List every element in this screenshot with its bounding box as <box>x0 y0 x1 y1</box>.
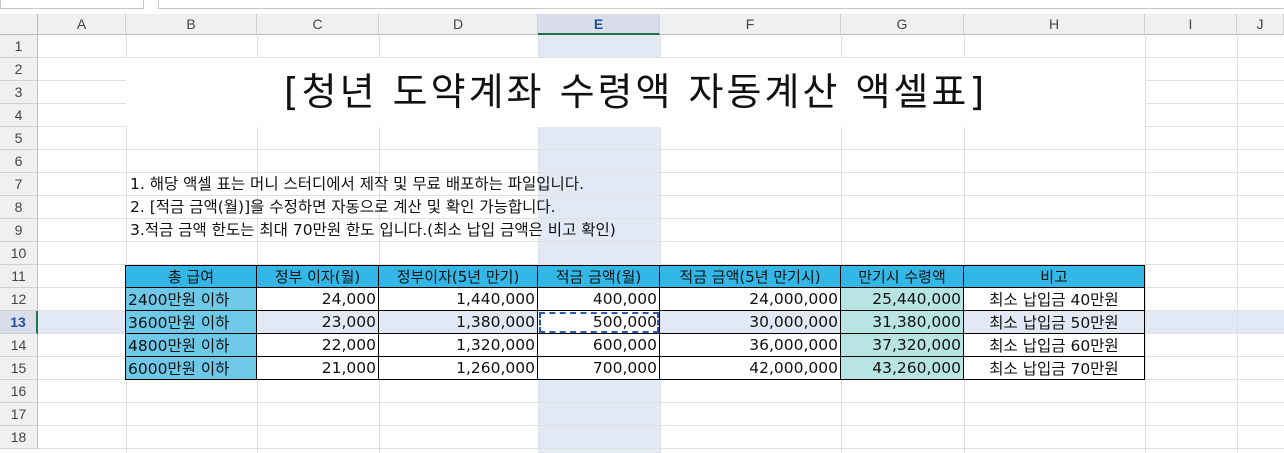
table-row: 2400만원 이하 24,000 1,440,000 400,000 24,00… <box>125 287 1145 311</box>
column-header-h[interactable]: H <box>964 14 1145 35</box>
column-header-b[interactable]: B <box>126 14 257 35</box>
column-header-j[interactable]: J <box>1237 14 1284 35</box>
remarks-cell[interactable]: 최소 납입금 70만원 <box>963 356 1145 380</box>
column-header-d[interactable]: D <box>379 14 538 35</box>
row-header-12[interactable]: 12 <box>0 288 38 311</box>
row-header-17[interactable]: 17 <box>0 403 38 426</box>
sheet-title: [청년 도약계좌 수령액 자동계산 액셀표] <box>283 70 988 114</box>
header-gov-interest-monthly[interactable]: 정부 이자(월) <box>256 265 379 288</box>
column-header-a[interactable]: A <box>38 14 126 35</box>
remarks-cell[interactable]: 최소 납입금 50만원 <box>963 310 1145 334</box>
name-box[interactable] <box>0 0 144 9</box>
row-header-1[interactable]: 1 <box>0 35 38 58</box>
row-header-10[interactable]: 10 <box>0 242 38 265</box>
row-header-6[interactable]: 6 <box>0 150 38 173</box>
row-header-5[interactable]: 5 <box>0 127 38 150</box>
gov-interest-5yr-cell[interactable]: 1,380,000 <box>378 310 538 334</box>
table-row: 4800만원 이하 22,000 1,320,000 600,000 36,00… <box>125 333 1145 357</box>
gov-interest-monthly-cell[interactable]: 21,000 <box>256 356 379 380</box>
deposit-monthly-cell[interactable]: 400,000 <box>537 287 660 311</box>
note-line-3: 3.적금 금액 한도는 최대 70만원 한도 입니다.(최소 납입 금액은 비고… <box>130 221 616 239</box>
column-header-f[interactable]: F <box>660 14 841 35</box>
gov-interest-5yr-cell[interactable]: 1,320,000 <box>378 333 538 357</box>
row-header-13[interactable]: 13 <box>0 311 38 334</box>
salary-cell[interactable]: 4800만원 이하 <box>125 333 257 357</box>
header-remarks[interactable]: 비고 <box>963 265 1145 288</box>
deposit-5yr-cell[interactable]: 24,000,000 <box>659 287 841 311</box>
formula-input[interactable] <box>158 0 1284 9</box>
remarks-cell[interactable]: 최소 납입금 60만원 <box>963 333 1145 357</box>
maturity-amount-cell[interactable]: 25,440,000 <box>840 287 964 311</box>
header-maturity-amount[interactable]: 만기시 수령액 <box>840 265 964 288</box>
cell-grid[interactable]: [청년 도약계좌 수령액 자동계산 액셀표] 1. 해당 액셀 표는 머니 스터… <box>38 35 1284 453</box>
salary-cell[interactable]: 2400만원 이하 <box>125 287 257 311</box>
column-header-c[interactable]: C <box>257 14 379 35</box>
row-header-9[interactable]: 9 <box>0 219 38 242</box>
deposit-5yr-cell[interactable]: 30,000,000 <box>659 310 841 334</box>
deposit-monthly-cell[interactable]: 700,000 <box>537 356 660 380</box>
gov-interest-5yr-cell[interactable]: 1,440,000 <box>378 287 538 311</box>
savings-table: 총 급여 정부 이자(월) 정부이자(5년 만기) 적금 금액(월) 적금 금액… <box>125 265 1145 380</box>
gov-interest-5yr-cell[interactable]: 1,260,000 <box>378 356 538 380</box>
remarks-cell[interactable]: 최소 납입금 40만원 <box>963 287 1145 311</box>
row-header-14[interactable]: 14 <box>0 334 38 357</box>
gov-interest-monthly-cell[interactable]: 24,000 <box>256 287 379 311</box>
maturity-amount-cell[interactable]: 31,380,000 <box>840 310 964 334</box>
row-header-4[interactable]: 4 <box>0 104 38 127</box>
column-header-i[interactable]: I <box>1145 14 1237 35</box>
header-gov-interest-5yr[interactable]: 정부이자(5년 만기) <box>378 265 538 288</box>
header-deposit-5yr[interactable]: 적금 금액(5년 만기시) <box>659 265 841 288</box>
note-line-1: 1. 해당 액셀 표는 머니 스터디에서 제작 및 무료 배포하는 파일입니다. <box>130 175 585 193</box>
select-all-corner[interactable] <box>0 14 38 35</box>
row-header-11[interactable]: 11 <box>0 265 38 288</box>
row-header-3[interactable]: 3 <box>0 81 38 104</box>
formula-bar-area <box>0 0 1284 15</box>
column-header-g[interactable]: G <box>841 14 964 35</box>
active-cell-e13[interactable]: 500,000 <box>537 310 660 334</box>
row-header-15[interactable]: 15 <box>0 357 38 380</box>
deposit-5yr-cell[interactable]: 36,000,000 <box>659 333 841 357</box>
row-header-16[interactable]: 16 <box>0 380 38 403</box>
header-total-salary[interactable]: 총 급여 <box>125 265 257 288</box>
maturity-amount-cell[interactable]: 37,320,000 <box>840 333 964 357</box>
deposit-monthly-cell[interactable]: 600,000 <box>537 333 660 357</box>
note-line-2: 2. [적금 금액(월)]을 수정하면 자동으로 계산 및 확인 가능합니다. <box>130 198 556 216</box>
row-header-2[interactable]: 2 <box>0 58 38 81</box>
row-header-18[interactable]: 18 <box>0 426 38 449</box>
worksheet: A B C D E F G H I J 1 2 3 4 5 6 7 8 9 10… <box>0 14 1284 453</box>
gov-interest-monthly-cell[interactable]: 22,000 <box>256 333 379 357</box>
row-header-7[interactable]: 7 <box>0 173 38 196</box>
salary-cell[interactable]: 3600만원 이하 <box>125 310 257 334</box>
row-header-8[interactable]: 8 <box>0 196 38 219</box>
salary-cell[interactable]: 6000만원 이하 <box>125 356 257 380</box>
gov-interest-monthly-cell[interactable]: 23,000 <box>256 310 379 334</box>
maturity-amount-cell[interactable]: 43,260,000 <box>840 356 964 380</box>
header-deposit-monthly[interactable]: 적금 금액(월) <box>537 265 660 288</box>
table-header-row: 총 급여 정부 이자(월) 정부이자(5년 만기) 적금 금액(월) 적금 금액… <box>125 265 1145 288</box>
column-header-e[interactable]: E <box>538 14 660 35</box>
table-row: 6000만원 이하 21,000 1,260,000 700,000 42,00… <box>125 356 1145 380</box>
table-row: 3600만원 이하 23,000 1,380,000 500,000 30,00… <box>125 310 1145 334</box>
deposit-5yr-cell[interactable]: 42,000,000 <box>659 356 841 380</box>
